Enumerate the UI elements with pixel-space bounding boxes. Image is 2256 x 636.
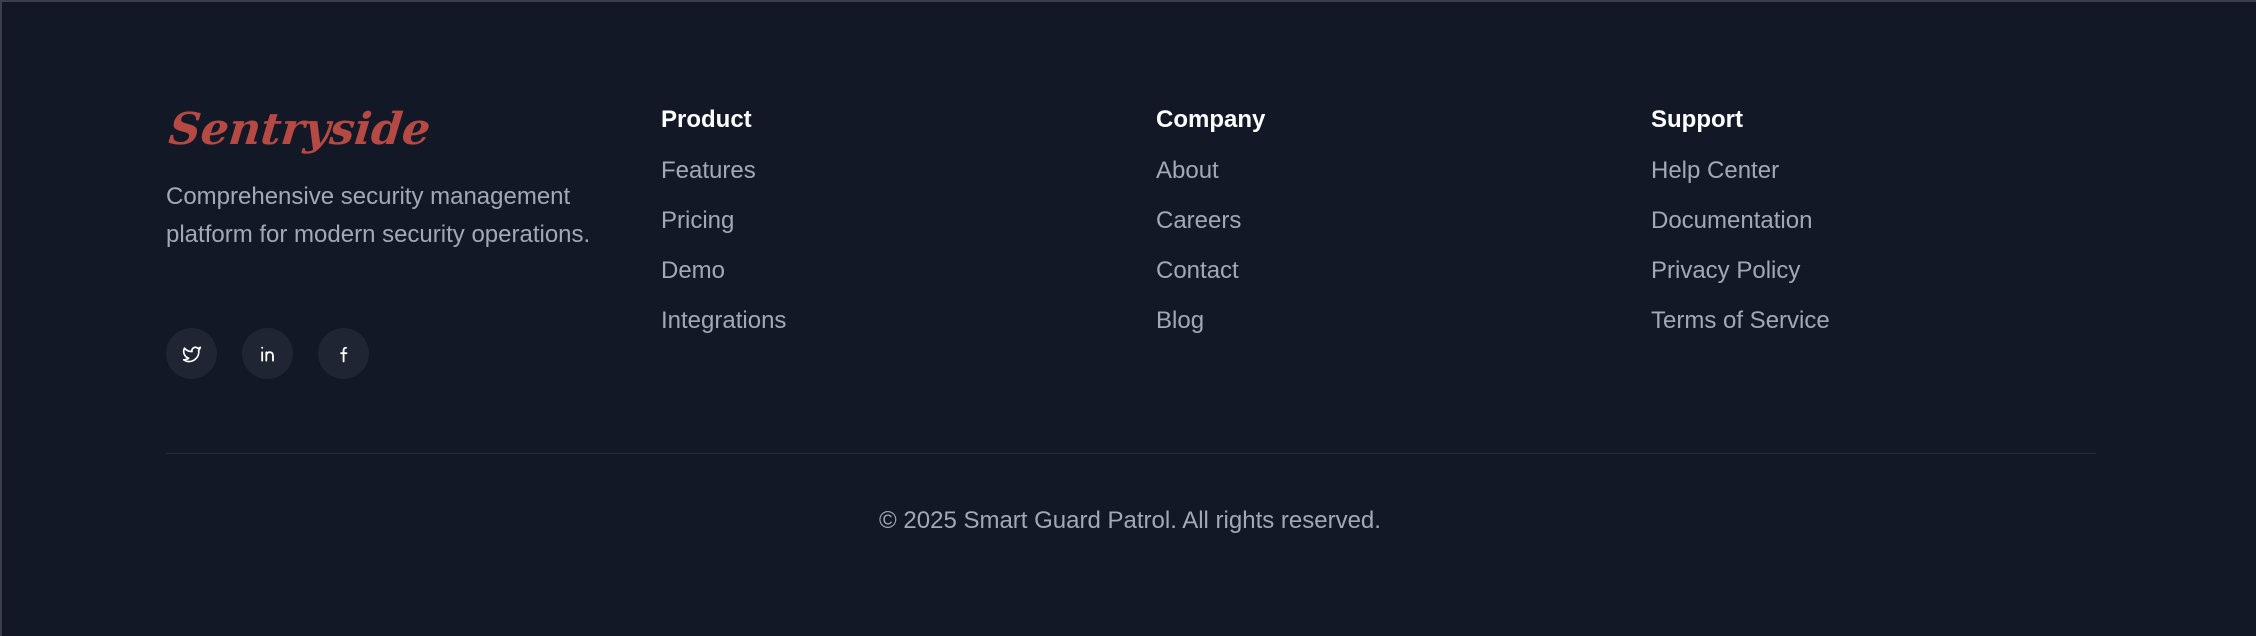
footer-column-support: Support Help Center Documentation Privac… xyxy=(1651,104,1830,356)
copyright-text: © 2025 Smart Guard Patrol. All rights re… xyxy=(879,507,1381,534)
facebook-link[interactable] xyxy=(318,328,369,379)
footer-brand: Sentryside Comprehensive security manage… xyxy=(166,100,606,254)
linkedin-icon xyxy=(258,344,278,364)
column-title-product: Product xyxy=(661,106,752,133)
social-links xyxy=(166,328,369,379)
site-footer: Sentryside Comprehensive security manage… xyxy=(0,0,2256,636)
footer-link-terms-of-service[interactable]: Terms of Service xyxy=(1651,306,1830,336)
column-title-support: Support xyxy=(1651,106,1743,133)
footer-link-demo[interactable]: Demo xyxy=(661,256,786,286)
facebook-icon xyxy=(337,344,351,364)
footer-link-about[interactable]: About xyxy=(1156,156,1265,186)
twitter-icon xyxy=(181,344,203,364)
linkedin-link[interactable] xyxy=(242,328,293,379)
footer-column-company: Company About Careers Contact Blog xyxy=(1156,104,1265,356)
footer-divider xyxy=(166,453,2096,454)
product-links: Features Pricing Demo Integrations xyxy=(661,156,786,336)
footer-column-product: Product Features Pricing Demo Integratio… xyxy=(661,104,786,356)
footer-link-contact[interactable]: Contact xyxy=(1156,256,1265,286)
footer-link-privacy-policy[interactable]: Privacy Policy xyxy=(1651,256,1830,286)
brand-logo[interactable]: Sentryside xyxy=(166,100,612,160)
footer-link-integrations[interactable]: Integrations xyxy=(661,306,786,336)
footer-link-help-center[interactable]: Help Center xyxy=(1651,156,1830,186)
support-links: Help Center Documentation Privacy Policy… xyxy=(1651,156,1830,336)
footer-link-blog[interactable]: Blog xyxy=(1156,306,1265,336)
footer-link-pricing[interactable]: Pricing xyxy=(661,206,786,236)
footer-link-features[interactable]: Features xyxy=(661,156,786,186)
footer-link-documentation[interactable]: Documentation xyxy=(1651,206,1830,236)
footer-link-careers[interactable]: Careers xyxy=(1156,206,1265,236)
column-title-company: Company xyxy=(1156,106,1266,133)
brand-tagline: Comprehensive security management platfo… xyxy=(166,183,591,248)
twitter-link[interactable] xyxy=(166,328,217,379)
company-links: About Careers Contact Blog xyxy=(1156,156,1265,336)
